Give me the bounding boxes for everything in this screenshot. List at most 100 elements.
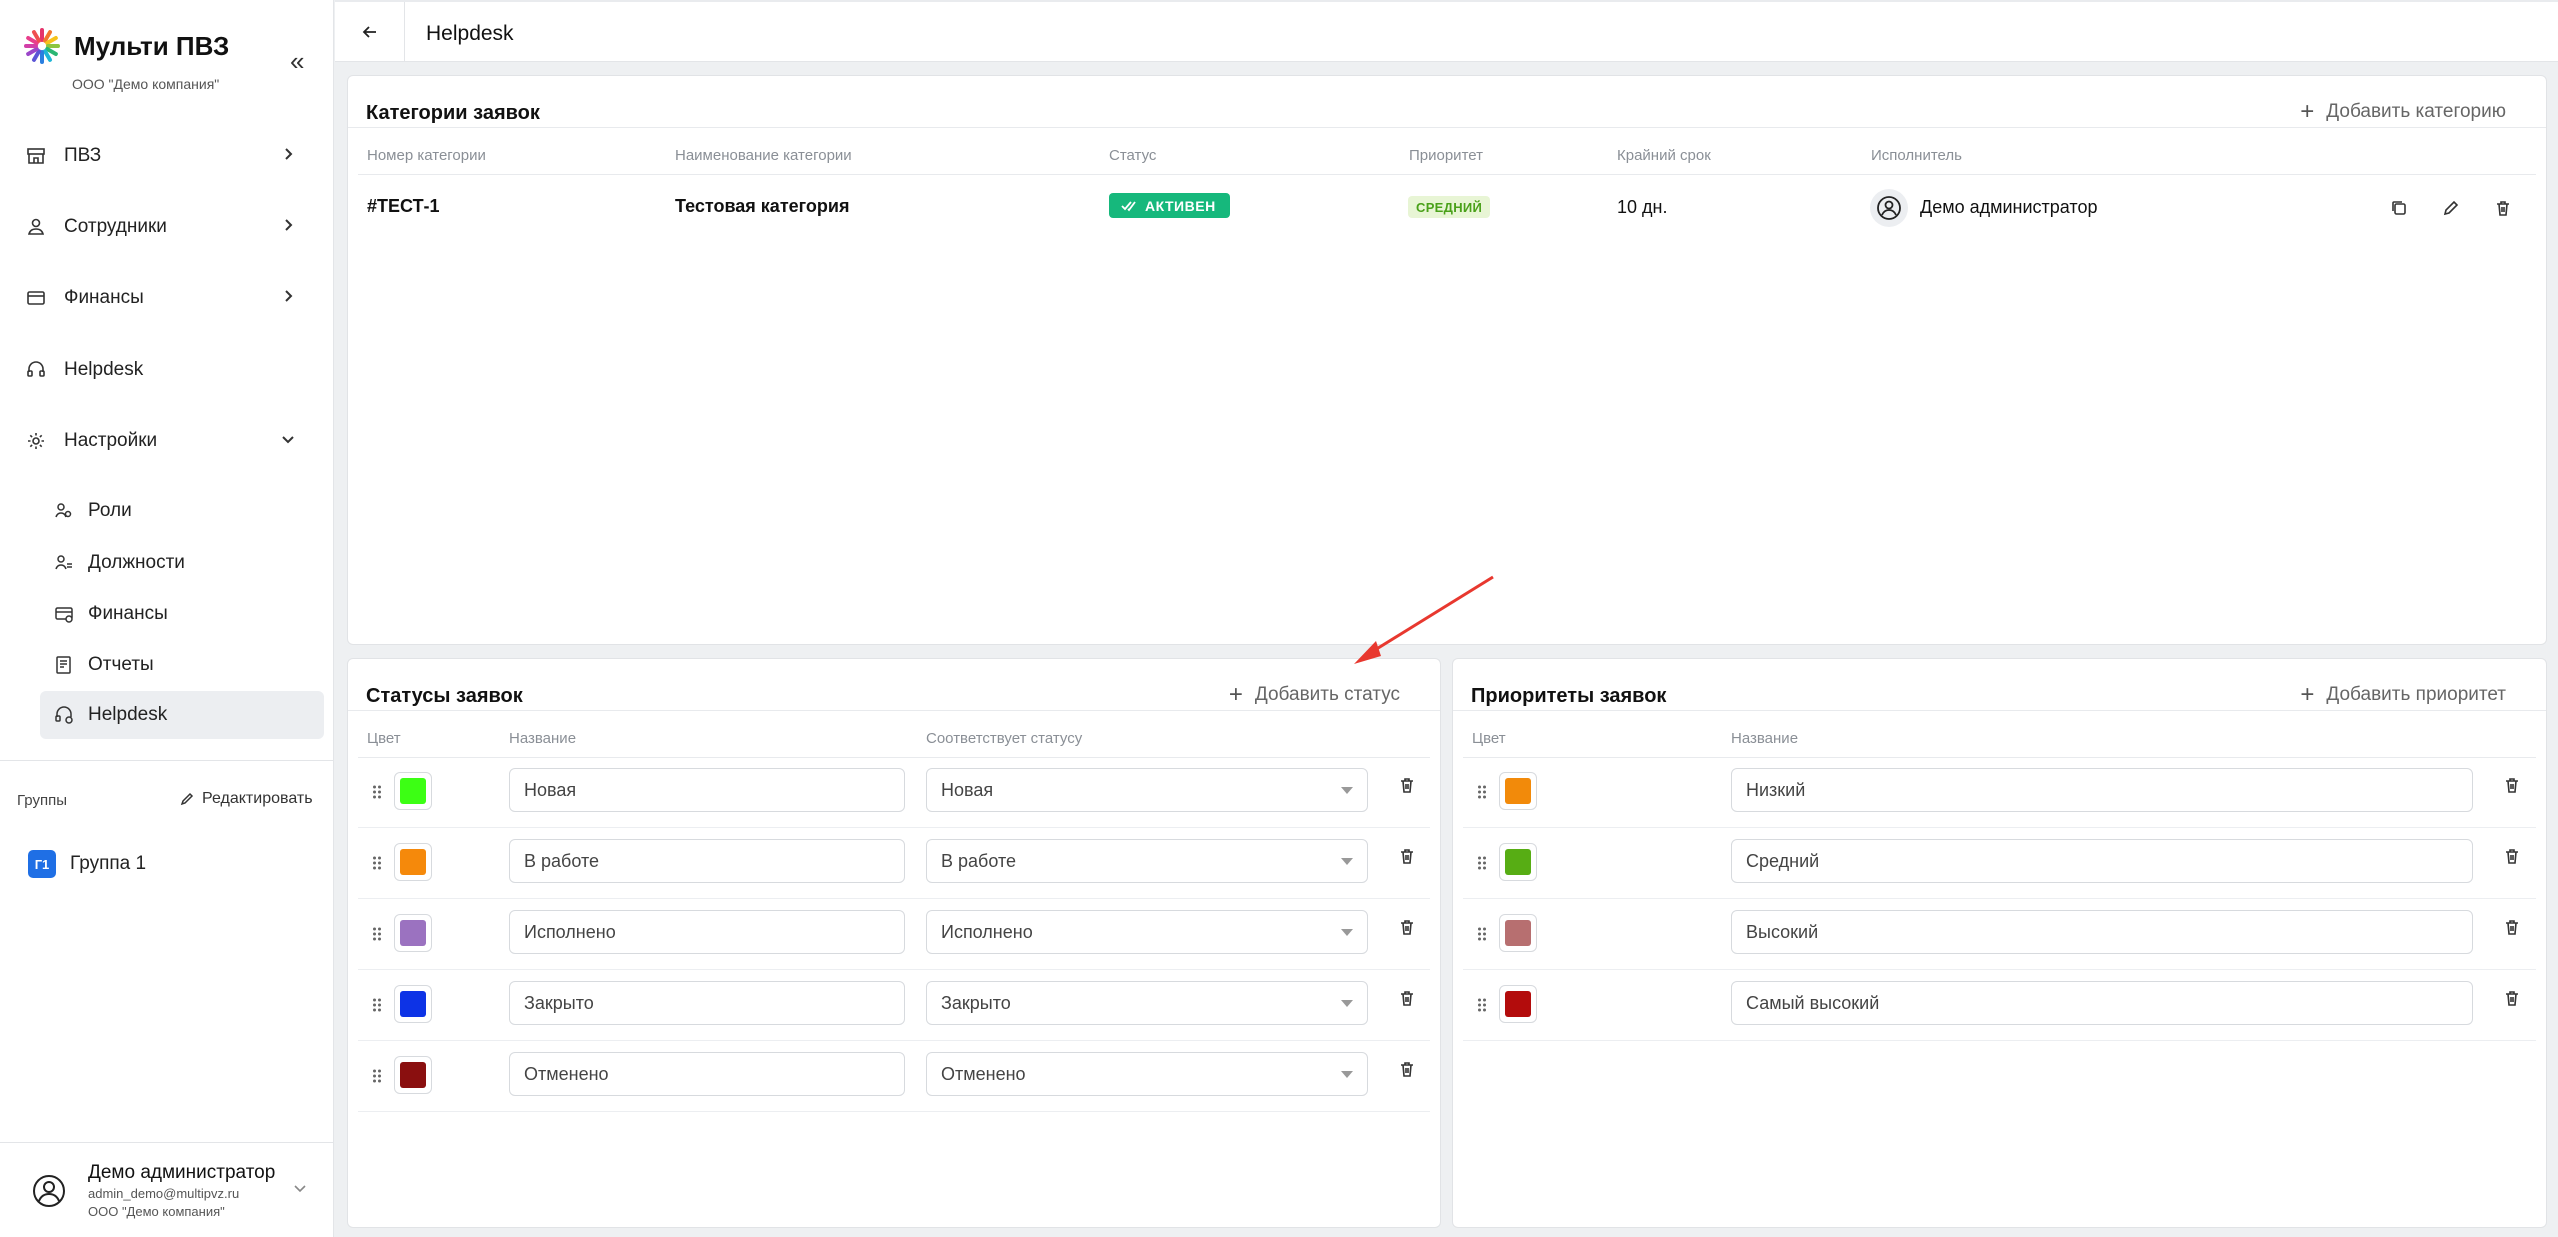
executor-avatar	[1870, 189, 1908, 227]
categories-panel: Категории заявок + Добавить категорию Но…	[347, 75, 2547, 645]
add-status-button[interactable]: + Добавить статус	[1229, 681, 1400, 709]
color-picker[interactable]	[1499, 772, 1537, 810]
drag-handle-icon[interactable]	[1477, 784, 1487, 800]
color-swatch	[1505, 849, 1531, 875]
sidebar-item-helpdesk[interactable]: Helpdesk	[22, 348, 322, 392]
status-match-select[interactable]: Новая	[926, 768, 1368, 812]
col-header-name: Название	[509, 730, 577, 747]
delete-row-icon[interactable]	[2503, 847, 2521, 865]
priority-row	[1463, 829, 2536, 899]
sidebar-item-label: ПВЗ	[64, 145, 102, 166]
logo: Мульти ПВЗ	[22, 24, 229, 68]
table-header-divider	[358, 174, 2536, 175]
delete-row-icon[interactable]	[2503, 776, 2521, 794]
color-picker[interactable]	[394, 843, 432, 881]
col-header-number: Номер категории	[367, 147, 486, 164]
app-title: Мульти ПВЗ	[74, 30, 230, 61]
panel-divider	[348, 127, 2546, 128]
color-picker[interactable]	[1499, 843, 1537, 881]
caret-down-icon	[1341, 1000, 1353, 1007]
status-row: Закрыто	[358, 971, 1430, 1041]
color-swatch	[400, 849, 426, 875]
sidebar-subitem-roles[interactable]: Роли	[40, 487, 324, 535]
status-match-select[interactable]: Исполнено	[926, 910, 1368, 954]
delete-row-icon[interactable]	[1398, 1060, 1416, 1078]
drag-handle-icon[interactable]	[1477, 926, 1487, 942]
drag-handle-icon[interactable]	[372, 926, 382, 942]
delete-button[interactable]	[2488, 193, 2518, 223]
add-category-button[interactable]: + Добавить категорию	[2300, 98, 2506, 126]
headset-icon	[22, 356, 50, 384]
drag-handle-icon[interactable]	[372, 855, 382, 871]
sidebar-item-employees[interactable]: Сотрудники	[22, 205, 322, 249]
priority-row	[1463, 758, 2536, 828]
groups-label: Группы	[17, 792, 67, 809]
group-item[interactable]: Г1 Группа 1	[28, 850, 146, 878]
color-picker[interactable]	[394, 1056, 432, 1094]
col-header-color: Цвет	[367, 730, 401, 747]
sidebar-item-finance[interactable]: Финансы	[22, 276, 322, 320]
top-header: Helpdesk	[335, 0, 2558, 62]
collapse-sidebar-icon[interactable]: «	[290, 46, 304, 77]
plus-icon: +	[1228, 681, 1243, 708]
col-header-deadline: Крайний срок	[1617, 147, 1711, 164]
sidebar-subitem-reports[interactable]: Отчеты	[40, 641, 324, 689]
user-menu[interactable]: Демо администратор admin_demo@multipvz.r…	[28, 1160, 318, 1220]
color-swatch	[400, 920, 426, 946]
drag-handle-icon[interactable]	[1477, 855, 1487, 871]
status-row: В работе	[358, 829, 1430, 899]
drag-handle-icon[interactable]	[1477, 997, 1487, 1013]
add-status-label: Добавить статус	[1254, 684, 1400, 705]
color-picker[interactable]	[394, 772, 432, 810]
status-name-input[interactable]	[509, 981, 905, 1025]
status-match-value: Исполнено	[941, 921, 1033, 942]
drag-handle-icon[interactable]	[372, 1068, 382, 1084]
delete-row-icon[interactable]	[1398, 989, 1416, 1007]
color-picker[interactable]	[1499, 914, 1537, 952]
add-priority-button[interactable]: + Добавить приоритет	[2300, 681, 2506, 709]
sidebar-subitem-label: Отчеты	[88, 654, 154, 675]
helpdesk-settings-icon	[55, 706, 73, 724]
status-match-select[interactable]: В работе	[926, 839, 1368, 883]
sidebar-subitem-finance[interactable]: Финансы	[40, 590, 324, 638]
priority-name-input[interactable]	[1731, 910, 2473, 954]
status-name-input[interactable]	[509, 768, 905, 812]
color-swatch	[400, 991, 426, 1017]
sidebar-subitem-helpdesk[interactable]: Helpdesk	[40, 691, 324, 739]
chevron-right-icon	[285, 148, 293, 160]
store-icon	[22, 142, 50, 170]
back-button[interactable]	[335, 2, 405, 62]
edit-groups-button[interactable]: Редактировать	[180, 790, 313, 808]
sidebar-item-pvz[interactable]: ПВЗ	[22, 134, 322, 178]
priority-name-input[interactable]	[1731, 981, 2473, 1025]
status-badge-label: АКТИВЕН	[1145, 197, 1216, 214]
priority-name-input[interactable]	[1731, 768, 2473, 812]
delete-row-icon[interactable]	[2503, 989, 2521, 1007]
copy-button[interactable]	[2384, 193, 2414, 223]
sidebar-item-settings[interactable]: Настройки	[22, 419, 322, 463]
status-name-input[interactable]	[509, 839, 905, 883]
panel-divider	[1453, 710, 2546, 711]
color-picker[interactable]	[394, 985, 432, 1023]
color-picker[interactable]	[394, 914, 432, 952]
status-name-input[interactable]	[509, 1052, 905, 1096]
sidebar-item-label: Сотрудники	[64, 216, 167, 237]
sidebar-item-label: Финансы	[64, 287, 144, 308]
status-name-input[interactable]	[509, 910, 905, 954]
col-header-status: Статус	[1109, 147, 1157, 164]
status-match-select[interactable]: Закрыто	[926, 981, 1368, 1025]
drag-handle-icon[interactable]	[372, 997, 382, 1013]
company-name: ООО "Демо компания"	[72, 76, 220, 92]
color-picker[interactable]	[1499, 985, 1537, 1023]
drag-handle-icon[interactable]	[372, 784, 382, 800]
delete-row-icon[interactable]	[1398, 918, 1416, 936]
delete-row-icon[interactable]	[2503, 918, 2521, 936]
sidebar-subitem-positions[interactable]: Должности	[40, 539, 324, 587]
trash-icon	[2497, 201, 2509, 216]
edit-button[interactable]	[2436, 193, 2466, 223]
delete-row-icon[interactable]	[1398, 847, 1416, 865]
statuses-panel: Статусы заявок + Добавить статус Цвет На…	[347, 658, 1441, 1228]
delete-row-icon[interactable]	[1398, 776, 1416, 794]
priority-name-input[interactable]	[1731, 839, 2473, 883]
status-match-select[interactable]: Отменено	[926, 1052, 1368, 1096]
